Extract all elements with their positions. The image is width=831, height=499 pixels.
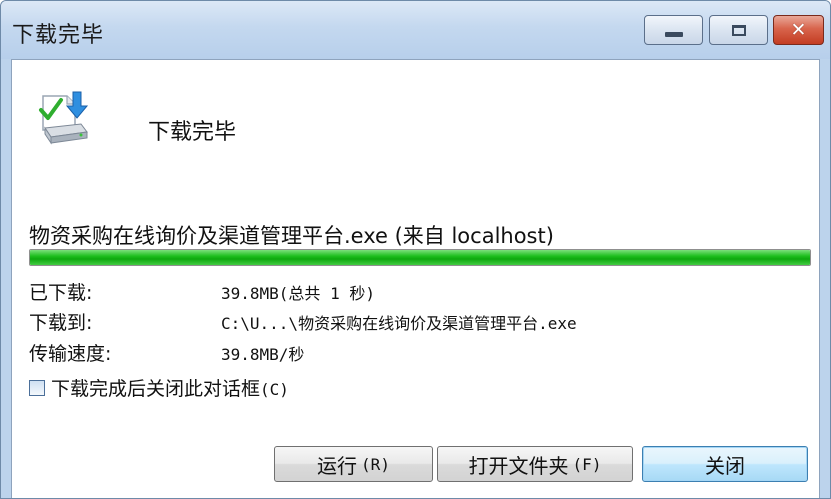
close-when-done-text: 下载完成后关闭此对话框: [51, 378, 261, 400]
close-window-button[interactable]: ✕: [773, 15, 824, 45]
close-button[interactable]: 关闭: [642, 446, 808, 482]
downloaded-value: 39.8MB(总共 1 秒): [221, 284, 375, 303]
dialog-heading: 下载完毕: [148, 120, 237, 145]
progress-fill: [30, 250, 810, 265]
download-complete-icon: [37, 90, 91, 146]
info-row-destination: 下载到: C:\U...\物资采购在线询价及渠道管理平台.exe: [29, 308, 577, 335]
destination-value: C:\U...\物资采购在线询价及渠道管理平台.exe: [221, 314, 577, 333]
close-when-done-label: 下载完成后关闭此对话框(C): [51, 374, 289, 401]
close-when-done-option[interactable]: 下载完成后关闭此对话框(C): [29, 374, 289, 401]
open-folder-button-label: 打开文件夹: [468, 453, 569, 478]
speed-value: 39.8MB/秒: [221, 345, 305, 364]
download-complete-dialog: 下载完毕 ✕ 下载完毕 物资采购在线询价及渠道管理平台.exe (来自 loca…: [0, 0, 831, 499]
dialog-body: 下载完毕 物资采购在线询价及渠道管理平台.exe (来自 localhost) …: [11, 59, 820, 498]
title-bar[interactable]: 下载完毕 ✕: [1, 1, 830, 59]
open-folder-button-hotkey: (F): [572, 454, 602, 474]
open-folder-button[interactable]: 打开文件夹 (F): [437, 446, 633, 482]
run-button[interactable]: 运行 (R): [274, 446, 433, 482]
close-icon: ✕: [790, 18, 807, 41]
info-row-speed: 传输速度: 39.8MB/秒: [29, 339, 304, 366]
close-button-label: 关闭: [705, 453, 745, 478]
run-button-label: 运行: [317, 453, 358, 478]
maximize-icon: [731, 24, 746, 36]
close-when-done-hotkey: (C): [260, 380, 289, 399]
info-row-downloaded: 已下载: 39.8MB(总共 1 秒): [29, 278, 375, 305]
minimize-button[interactable]: [644, 15, 703, 45]
downloaded-label: 已下载:: [29, 282, 93, 304]
download-progress-bar: [29, 249, 811, 266]
run-button-hotkey: (R): [361, 454, 390, 474]
speed-label: 传输速度:: [29, 343, 112, 365]
window-title: 下载完毕: [12, 23, 105, 48]
download-filename: 物资采购在线询价及渠道管理平台.exe (来自 localhost): [29, 224, 554, 248]
destination-label: 下载到:: [29, 312, 93, 334]
minimize-icon: [664, 31, 683, 37]
close-when-done-checkbox[interactable]: [29, 379, 45, 396]
maximize-button[interactable]: [709, 15, 768, 45]
